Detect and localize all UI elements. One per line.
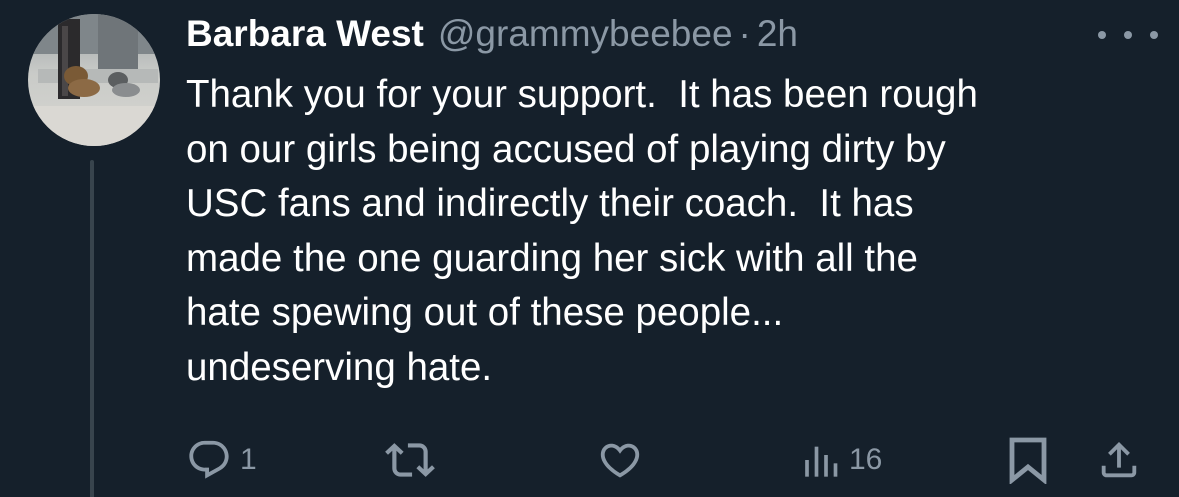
author-handle[interactable]: @grammybeebee [438,13,733,55]
tweet-header: Barbara West @grammybeebee · 2h [186,10,798,58]
share-button[interactable] [1096,432,1142,488]
more-dot [1098,31,1106,39]
author-display-name[interactable]: Barbara West [186,13,424,55]
tweet[interactable]: Barbara West @grammybeebee · 2h Thank yo… [0,0,1179,497]
more-dot [1150,31,1158,39]
tweet-text: Thank you for your support. It has been … [186,73,978,389]
heart-icon [600,443,640,478]
avatar[interactable] [28,14,160,146]
views-count: 16 [849,443,883,476]
more-options-icon[interactable] [1098,20,1158,50]
views-button[interactable]: 16 [801,432,882,488]
action-bar: 1 16 [0,432,1179,488]
reply-icon [189,440,229,479]
reply-count: 1 [240,443,257,476]
timestamp[interactable]: 2h [757,13,798,55]
bookmark-icon [1009,437,1047,484]
reply-button[interactable]: 1 [186,432,257,488]
views-icon [805,446,838,477]
avatar-photo [28,14,160,146]
more-dot [1124,31,1132,39]
bookmark-button[interactable] [1008,432,1048,488]
share-icon [1101,441,1137,478]
like-button[interactable] [597,432,651,488]
header-separator: · [738,13,751,54]
retweet-button[interactable] [385,432,443,488]
retweet-icon [385,443,435,477]
